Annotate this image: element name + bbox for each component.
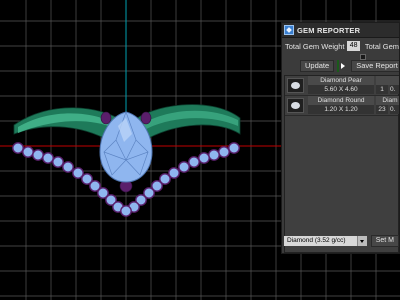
total-weight-label: Total Gem Weight <box>285 41 345 51</box>
melee-stone <box>218 146 230 158</box>
gem-weight: 0. <box>390 85 399 94</box>
ring-model <box>12 104 241 217</box>
panel-title: GEM REPORTER <box>297 25 361 35</box>
melee-stone <box>228 142 240 154</box>
total-weight-row: Total Gem Weight 48 Total Gem <box>285 40 399 52</box>
gem-count: 1 <box>376 85 388 94</box>
total-weight-value[interactable]: 48 <box>347 41 360 51</box>
gem-name: Diamond Round <box>308 96 374 105</box>
gem-reporter-panel: GEM REPORTER Total Gem Weight 48 Total G… <box>281 22 400 254</box>
melee-stone <box>32 149 44 161</box>
play-icon[interactable] <box>337 60 346 72</box>
gem-size: 1.20 X 1.20 <box>308 105 374 114</box>
melee-stone <box>178 161 190 173</box>
prong-accent-right <box>140 111 152 125</box>
set-material-button[interactable]: Set M <box>370 235 399 247</box>
update-button[interactable]: Update <box>300 60 335 72</box>
gem-weight: 0. <box>390 105 399 114</box>
gem-table: Diamond Pear 5.60 X 4.60 1 0. Diamond Ro… <box>284 75 399 253</box>
material-row: Diamond (3.52 g/cc) Set M <box>284 235 399 247</box>
gem-count: 23 <box>376 105 388 114</box>
chevron-down-icon[interactable] <box>356 236 367 246</box>
table-row[interactable]: Diamond Pear 5.60 X 4.60 1 0. <box>285 76 399 96</box>
gem-extra <box>376 76 399 85</box>
save-report-button[interactable]: Save Report <box>351 60 399 72</box>
table-row[interactable]: Diamond Round 1.20 X 1.20 Diam 23 0. <box>285 96 399 116</box>
material-select-value: Diamond (3.52 g/cc) <box>287 237 346 244</box>
melee-stone <box>12 142 24 154</box>
material-select[interactable]: Diamond (3.52 g/cc) <box>284 236 367 246</box>
pear-gem-thumbnail-icon <box>287 78 304 93</box>
prong-accent-left <box>100 111 112 125</box>
melee-stone <box>52 156 64 168</box>
gem-extra: Diam <box>376 96 399 105</box>
round-gem-thumbnail-icon <box>287 98 304 113</box>
melee-stone <box>120 205 132 217</box>
total-weight-label-2: Total Gem <box>364 41 399 51</box>
melee-stone <box>22 146 34 158</box>
melee-stone <box>198 152 210 164</box>
melee-stone <box>62 161 74 173</box>
melee-stone <box>208 149 220 161</box>
melee-stone <box>188 156 200 168</box>
melee-stone <box>42 152 54 164</box>
gem-icon <box>284 25 294 35</box>
gem-name: Diamond Pear <box>308 76 374 85</box>
panel-titlebar[interactable]: GEM REPORTER <box>282 23 399 38</box>
gem-size: 5.60 X 4.60 <box>308 85 374 94</box>
action-row: Update Save Report <box>282 60 399 72</box>
